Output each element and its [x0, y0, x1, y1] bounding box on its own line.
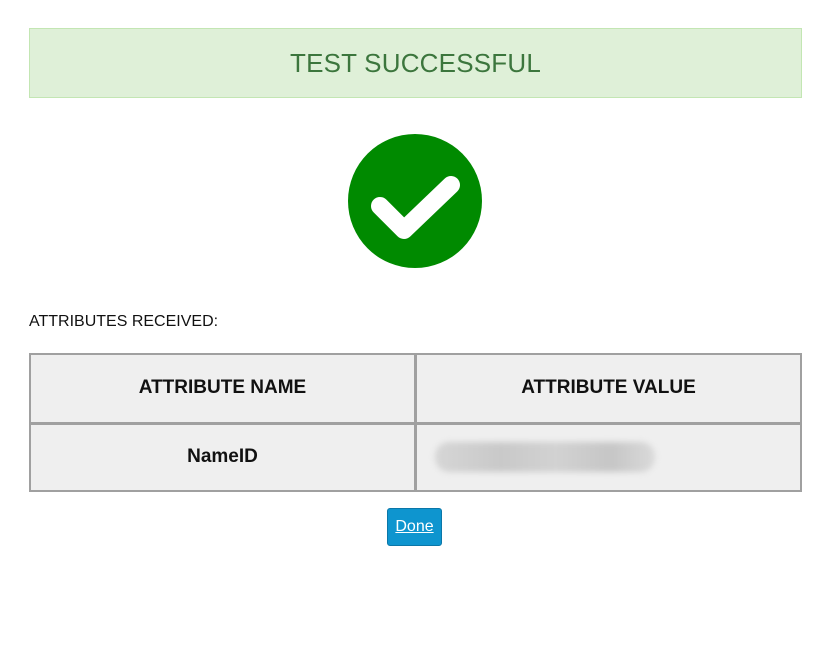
attribute-value-cell [414, 421, 802, 492]
table-header-row: ATTRIBUTE NAME ATTRIBUTE VALUE [29, 353, 802, 425]
success-banner: TEST SUCCESSFUL [29, 28, 802, 98]
attributes-table: ATTRIBUTE NAME ATTRIBUTE VALUE NameID [29, 353, 802, 492]
redacted-value [435, 442, 655, 473]
success-banner-text: TEST SUCCESSFUL [289, 47, 541, 78]
attributes-heading: ATTRIBUTES RECEIVED: [29, 313, 219, 330]
done-button[interactable]: Done [387, 508, 442, 546]
test-result-page: TEST SUCCESSFUL ATTRIBUTES RECEIVED: ATT… [0, 0, 828, 661]
column-header-attribute-name: ATTRIBUTE NAME [29, 353, 417, 425]
column-header-attribute-value: ATTRIBUTE VALUE [414, 353, 802, 425]
table-row: NameID [29, 421, 802, 492]
check-circle-icon [348, 134, 482, 268]
attribute-name-cell: NameID [29, 421, 417, 492]
